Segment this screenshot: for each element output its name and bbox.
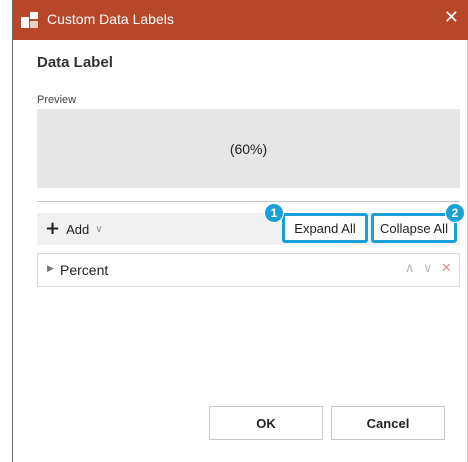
move-down-icon[interactable]: ∨ xyxy=(423,261,433,276)
delete-icon[interactable]: ✕ xyxy=(441,261,452,276)
plus-icon: + xyxy=(45,218,61,239)
ok-button[interactable]: OK xyxy=(209,406,323,440)
close-icon[interactable]: ✕ xyxy=(444,8,459,28)
callout-badge-2: 2 xyxy=(445,203,465,223)
preview-text: (60%) xyxy=(229,140,268,157)
callout-badge-1: 1 xyxy=(264,203,284,223)
preview-label: Preview xyxy=(37,94,77,106)
divider xyxy=(37,201,460,202)
collapse-all-button[interactable]: Collapse All xyxy=(371,213,457,243)
toolbar: + Add ∨ Expand All Collapse All xyxy=(37,213,460,245)
list-item-label: Percent xyxy=(60,262,109,278)
title-bar: Custom Data Labels ✕ xyxy=(13,0,468,40)
window-title: Custom Data Labels xyxy=(47,11,174,27)
preview-box: (60%) xyxy=(37,109,460,188)
add-label: Add xyxy=(66,221,90,237)
expand-all-button[interactable]: Expand All xyxy=(282,213,368,243)
app-logo-icon xyxy=(21,12,38,28)
list-item[interactable]: ▶ Percent ∧ ∨ ✕ xyxy=(37,253,460,287)
move-up-icon[interactable]: ∧ xyxy=(405,261,415,276)
custom-data-labels-dialog: Custom Data Labels ✕ Data Label Preview … xyxy=(12,0,468,462)
expand-arrow-icon[interactable]: ▶ xyxy=(47,264,54,274)
cancel-button[interactable]: Cancel xyxy=(331,406,445,440)
add-button[interactable]: + Add ∨ xyxy=(45,220,103,238)
chevron-down-icon: ∨ xyxy=(95,223,103,235)
section-title: Data Label xyxy=(37,54,113,71)
